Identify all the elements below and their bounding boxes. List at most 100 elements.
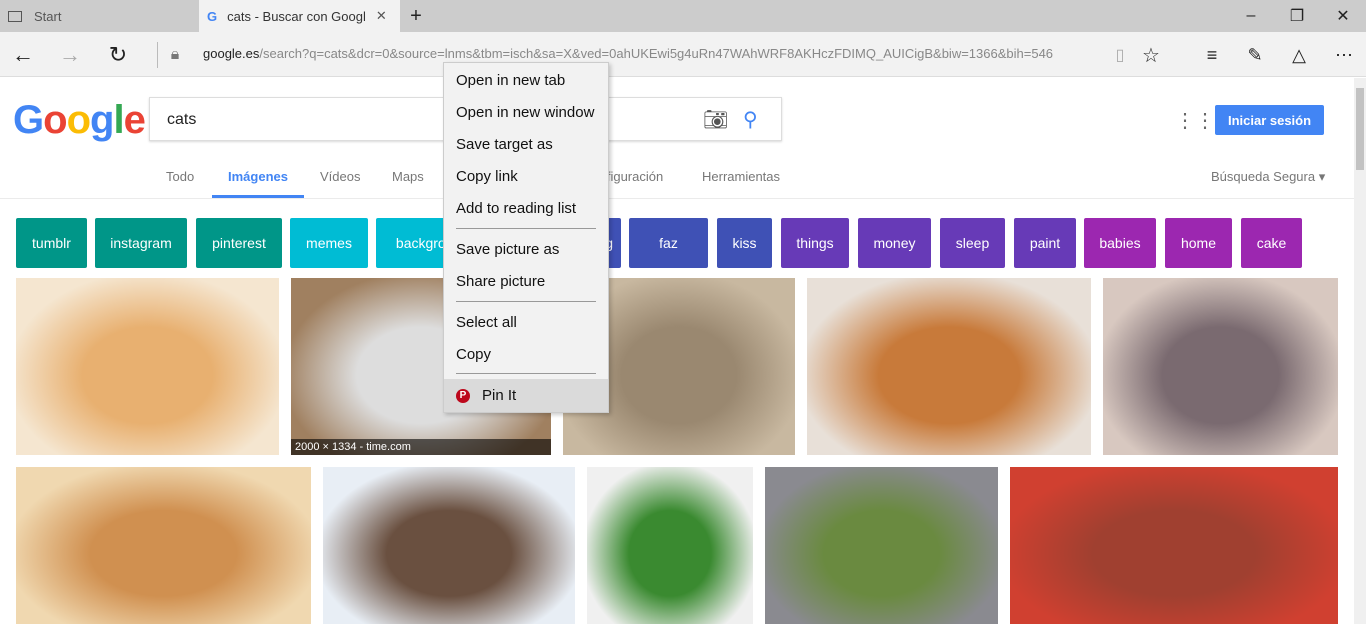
scrollbar-thumb[interactable] <box>1356 88 1364 170</box>
tab-maps[interactable]: Maps <box>392 169 424 184</box>
cat-image[interactable] <box>323 467 575 624</box>
menu-item-label: Save target as <box>456 135 553 153</box>
divider <box>0 198 1354 199</box>
url-host: google.es <box>203 46 260 61</box>
tab-start[interactable]: Start <box>0 0 199 32</box>
share-icon[interactable]: △ <box>1284 40 1314 70</box>
minimize-button[interactable]: – <box>1228 0 1274 32</box>
menu-item-select-all[interactable]: Select all <box>444 306 608 338</box>
chip-babies[interactable]: babies <box>1084 218 1156 268</box>
chip-label: paint <box>1029 235 1061 251</box>
camera-icon[interactable]: 📷︎ <box>703 107 728 132</box>
forward-button[interactable]: → <box>55 40 85 70</box>
menu-item-label: Add to reading list <box>456 199 577 217</box>
google-favicon: G <box>207 8 218 24</box>
menu-item-label: Share picture <box>456 272 546 290</box>
menu-item-label: Pin It <box>482 387 517 404</box>
tab-label: Start <box>34 8 62 24</box>
menu-separator <box>456 373 596 374</box>
divider <box>157 42 158 68</box>
google-logo[interactable]: Google <box>13 98 146 143</box>
chip-pinterest[interactable]: pinterest <box>196 218 282 268</box>
refresh-button[interactable]: ↻ <box>103 40 133 70</box>
chip-label: money <box>873 235 916 251</box>
tab-label: cats - Buscar con Googl <box>227 8 366 24</box>
menu-item-pin-it[interactable]: P Pin It <box>444 379 608 412</box>
chip-money[interactable]: money <box>858 218 931 268</box>
chip-label: pinterest <box>212 235 266 251</box>
cat-image[interactable] <box>1103 278 1338 455</box>
menu-item-label: Copy link <box>456 167 518 185</box>
cat-image[interactable] <box>807 278 1091 455</box>
safe-search-dropdown[interactable]: Búsqueda Segura ▾ <box>1211 169 1325 185</box>
cat-image[interactable] <box>1010 467 1338 624</box>
menu-item-label: Save picture as <box>456 240 560 258</box>
scrollbar[interactable] <box>1354 78 1366 624</box>
chip-sleep[interactable]: sleep <box>940 218 1005 268</box>
safe-search-label: Búsqueda Segura <box>1211 169 1316 184</box>
chip-instagram[interactable]: instagram <box>95 218 187 268</box>
tab-videos[interactable]: Vídeos <box>320 169 360 184</box>
menu-separator <box>456 228 596 229</box>
menu-item-label: Open in new tab <box>456 71 566 89</box>
reading-view-icon[interactable]: ▯ <box>1105 40 1135 70</box>
menu-item-copy[interactable]: Copy <box>444 338 608 370</box>
chip-label: home <box>1180 235 1217 251</box>
chip-kiss[interactable]: kiss <box>717 218 772 268</box>
chip-tumblr[interactable]: tumblr <box>16 218 87 268</box>
menu-item-save-target-as[interactable]: Save target as <box>444 128 608 160</box>
chip-things[interactable]: things <box>781 218 849 268</box>
chip-memes[interactable]: memes <box>290 218 368 268</box>
menu-item-open-in-new-window[interactable]: Open in new window <box>444 96 608 128</box>
chip-label: kiss <box>732 235 757 251</box>
menu-item-label: Select all <box>456 313 517 331</box>
chip-label: faz <box>659 235 678 251</box>
context-menu: Open in new tab Open in new window Save ta… <box>443 62 609 413</box>
tab-images[interactable]: Imágenes <box>228 169 288 184</box>
menu-item-label: Open in new window <box>456 103 595 121</box>
cat-image[interactable] <box>16 467 311 624</box>
menu-item-open-in-new-tab[interactable]: Open in new tab <box>444 64 608 96</box>
web-note-icon[interactable]: ✎ <box>1240 40 1270 70</box>
chip-cake[interactable]: cake <box>1241 218 1302 268</box>
hub-icon[interactable]: ≡ <box>1197 40 1227 70</box>
menu-item-share-picture[interactable]: Share picture <box>444 265 608 297</box>
tab-cats[interactable]: Gcats - Buscar con Googl ✕ <box>199 0 400 32</box>
tab-all[interactable]: Todo <box>166 169 194 184</box>
new-tab-button[interactable]: + <box>400 0 432 32</box>
chip-label: tumblr <box>32 235 71 251</box>
more-icon[interactable]: ⋯ <box>1329 40 1359 70</box>
chip-label: cake <box>1256 235 1287 251</box>
sign-in-button[interactable]: Iniciar sesión <box>1215 105 1324 135</box>
close-window-button[interactable]: ✕ <box>1320 0 1366 32</box>
menu-item-save-picture-as[interactable]: Save picture as <box>444 233 608 265</box>
chip-label: memes <box>306 235 352 251</box>
search-input[interactable]: cats <box>167 111 196 129</box>
chip-label: instagram <box>110 235 172 251</box>
cat-image[interactable] <box>587 467 753 624</box>
menu-item-label: Copy <box>456 345 492 363</box>
close-tab-icon[interactable]: ✕ <box>376 8 387 24</box>
image-caption: 2000 × 1334 - time.com <box>291 439 551 455</box>
search-icon[interactable]: ⚲ <box>743 107 758 132</box>
cat-image[interactable] <box>16 278 279 455</box>
back-button[interactable]: ← <box>8 40 38 70</box>
menu-item-add-to-reading-list[interactable]: Add to reading list <box>444 192 608 224</box>
chip-label: things <box>796 235 834 251</box>
chip-faz[interactable]: faz <box>629 218 708 268</box>
pinterest-icon: P <box>456 388 470 403</box>
chip-paint[interactable]: paint <box>1014 218 1076 268</box>
url-path: /search?q=cats&dcr=0&source=lnms&tbm=isc… <box>259 46 1054 61</box>
menu-separator <box>456 301 596 302</box>
start-page-icon <box>8 10 22 22</box>
tab-tools[interactable]: Herramientas <box>702 169 780 184</box>
chip-home[interactable]: home <box>1165 218 1232 268</box>
url-field[interactable]: google.es/search?q=cats&dcr=0&source=lnm… <box>203 46 1053 61</box>
chip-label: sleep <box>955 235 990 251</box>
restore-button[interactable]: ❐ <box>1274 0 1320 32</box>
menu-item-copy-link[interactable]: Copy link <box>444 160 608 192</box>
favorite-star-icon[interactable]: ☆ <box>1136 40 1166 70</box>
lock-icon: 🔒︎ <box>170 46 180 63</box>
cat-image[interactable] <box>765 467 998 624</box>
chip-label: babies <box>1099 235 1141 251</box>
